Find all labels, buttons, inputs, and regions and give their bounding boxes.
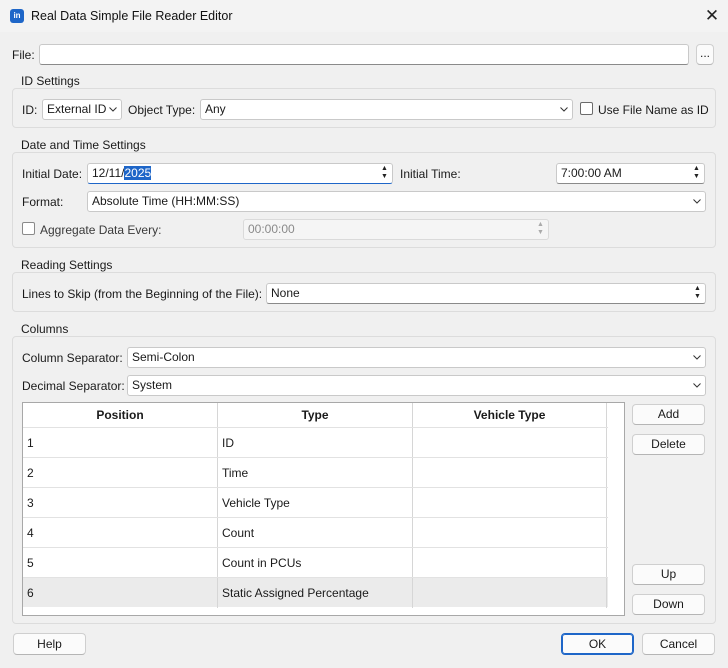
file-label: File: bbox=[12, 48, 35, 62]
browse-button[interactable]: ... bbox=[696, 44, 714, 65]
object-type-value: Any bbox=[205, 102, 226, 116]
object-type-label: Object Type: bbox=[128, 103, 196, 117]
cell-vehicle-type bbox=[413, 428, 607, 458]
decimal-separator-select[interactable]: System bbox=[127, 375, 706, 396]
app-icon: in bbox=[10, 9, 24, 23]
use-file-name-label: Use File Name as ID bbox=[598, 103, 709, 117]
table-row[interactable]: 5 Count in PCUs bbox=[23, 547, 608, 578]
lines-to-skip-input[interactable]: None ▲ ▼ bbox=[266, 283, 706, 304]
initial-time-label: Initial Time: bbox=[400, 167, 461, 181]
date-spinner[interactable]: ▲ ▼ bbox=[379, 165, 390, 182]
id-select-value: External ID bbox=[47, 102, 107, 116]
chevron-down-icon bbox=[109, 107, 117, 112]
aggregate-checkbox[interactable] bbox=[22, 222, 35, 235]
spin-down-icon[interactable]: ▼ bbox=[692, 293, 703, 301]
columns-title: Columns bbox=[19, 322, 71, 336]
cell-position: 1 bbox=[23, 428, 218, 458]
cell-position: 5 bbox=[23, 548, 218, 578]
add-button[interactable]: Add bbox=[632, 404, 705, 425]
ok-button[interactable]: OK bbox=[561, 633, 634, 655]
cell-vehicle-type bbox=[413, 458, 607, 488]
lines-to-skip-value: None bbox=[271, 286, 300, 300]
column-separator-label: Column Separator: bbox=[22, 351, 123, 365]
chevron-down-icon bbox=[560, 107, 568, 112]
aggregate-spinner[interactable]: ▲ ▼ bbox=[535, 221, 546, 238]
cell-position: 2 bbox=[23, 458, 218, 488]
down-button[interactable]: Down bbox=[632, 594, 705, 615]
reading-title: Reading Settings bbox=[19, 258, 115, 272]
table-row[interactable]: 4 Count bbox=[23, 517, 608, 548]
cell-position: 3 bbox=[23, 488, 218, 518]
initial-date-input[interactable]: 12/11/2025 ▲ ▼ bbox=[87, 163, 393, 184]
id-settings-title: ID Settings bbox=[19, 74, 82, 88]
decimal-separator-label: Decimal Separator: bbox=[22, 379, 125, 393]
spin-up-icon[interactable]: ▲ bbox=[691, 165, 702, 173]
aggregate-value: 00:00:00 bbox=[248, 222, 295, 236]
cell-vehicle-type bbox=[413, 578, 607, 608]
columns-table: Position Type Vehicle Type 1 ID 2 Time 3 Vehi… bbox=[22, 402, 625, 616]
spin-up-icon[interactable]: ▲ bbox=[535, 221, 546, 229]
cell-vehicle-type bbox=[413, 518, 607, 548]
header-position[interactable]: Position bbox=[23, 403, 218, 427]
aggregate-input[interactable]: 00:00:00 ▲ ▼ bbox=[243, 219, 549, 240]
spin-down-icon[interactable]: ▼ bbox=[379, 173, 390, 181]
title-bar: in Real Data Simple File Reader Editor ✕ bbox=[0, 0, 728, 32]
cell-type: Count bbox=[218, 518, 413, 548]
decimal-separator-value: System bbox=[132, 378, 173, 392]
header-type[interactable]: Type bbox=[218, 403, 413, 427]
lines-spinner[interactable]: ▲ ▼ bbox=[692, 285, 703, 302]
cell-vehicle-type bbox=[413, 548, 607, 578]
lines-to-skip-label: Lines to Skip (from the Beginning of the… bbox=[22, 287, 263, 301]
cell-type: Count in PCUs bbox=[218, 548, 413, 578]
up-button[interactable]: Up bbox=[632, 564, 705, 585]
id-label: ID: bbox=[22, 103, 38, 117]
table-row[interactable]: 2 Time bbox=[23, 457, 608, 488]
chevron-down-icon bbox=[693, 199, 701, 204]
chevron-down-icon bbox=[693, 383, 701, 388]
cell-type: ID bbox=[218, 428, 413, 458]
use-file-name-checkbox[interactable] bbox=[580, 102, 593, 115]
initial-time-input[interactable]: 7:00:00 AM ▲ ▼ bbox=[556, 163, 705, 184]
table-row[interactable]: 1 ID bbox=[23, 427, 608, 458]
aggregate-label: Aggregate Data Every: bbox=[40, 223, 162, 237]
time-spinner[interactable]: ▲ ▼ bbox=[691, 165, 702, 182]
close-icon[interactable]: ✕ bbox=[700, 5, 724, 27]
window-title: Real Data Simple File Reader Editor bbox=[31, 9, 233, 23]
spin-up-icon[interactable]: ▲ bbox=[379, 165, 390, 173]
spin-down-icon[interactable]: ▼ bbox=[535, 229, 546, 237]
spin-down-icon[interactable]: ▼ bbox=[691, 173, 702, 181]
cell-type: Static Assigned Percentage bbox=[218, 578, 413, 608]
header-vehicle-type[interactable]: Vehicle Type bbox=[413, 403, 607, 427]
table-row[interactable]: 6 Static Assigned Percentage bbox=[23, 577, 608, 608]
initial-date-label: Initial Date: bbox=[22, 167, 83, 181]
cell-position: 6 bbox=[23, 578, 218, 608]
cancel-button[interactable]: Cancel bbox=[642, 633, 715, 655]
column-separator-value: Semi-Colon bbox=[132, 350, 195, 364]
help-button[interactable]: Help bbox=[13, 633, 86, 655]
initial-date-selected-segment: 2025 bbox=[124, 166, 152, 180]
table-header: Position Type Vehicle Type bbox=[23, 403, 608, 427]
initial-date-prefix: 12/11/ bbox=[92, 166, 125, 180]
cell-vehicle-type bbox=[413, 488, 607, 518]
object-type-select[interactable]: Any bbox=[200, 99, 573, 120]
format-value: Absolute Time (HH:MM:SS) bbox=[92, 194, 240, 208]
file-input[interactable] bbox=[39, 44, 689, 65]
id-select[interactable]: External ID bbox=[42, 99, 122, 120]
cell-type: Vehicle Type bbox=[218, 488, 413, 518]
format-label: Format: bbox=[22, 195, 64, 209]
table-row[interactable]: 3 Vehicle Type bbox=[23, 487, 608, 518]
cell-position: 4 bbox=[23, 518, 218, 548]
initial-time-value: 7:00:00 AM bbox=[561, 166, 622, 180]
chevron-down-icon bbox=[693, 355, 701, 360]
cell-type: Time bbox=[218, 458, 413, 488]
spin-up-icon[interactable]: ▲ bbox=[692, 285, 703, 293]
delete-button[interactable]: Delete bbox=[632, 434, 705, 455]
format-select[interactable]: Absolute Time (HH:MM:SS) bbox=[87, 191, 706, 212]
column-separator-select[interactable]: Semi-Colon bbox=[127, 347, 706, 368]
date-time-title: Date and Time Settings bbox=[19, 138, 148, 152]
